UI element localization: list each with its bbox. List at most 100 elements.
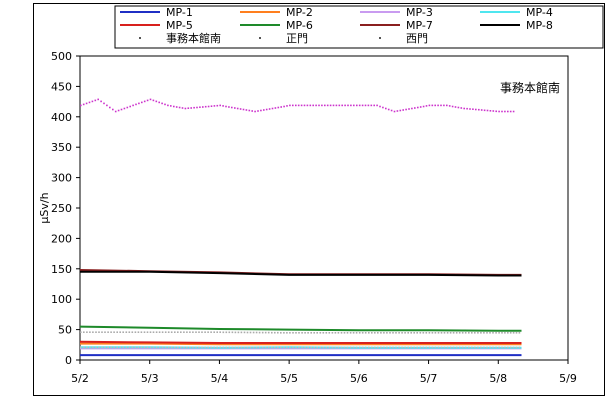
series-正門-point: [431, 332, 434, 334]
series-事務本館南-point: [425, 105, 428, 107]
series-事務本館南-point: [475, 108, 477, 111]
series-西門-point: [228, 346, 231, 349]
series-事務本館南-point: [283, 105, 285, 108]
series-正門-point: [83, 331, 85, 333]
series-西門-point: [80, 346, 82, 349]
series-正門-point: [371, 332, 373, 334]
legend-label: MP-7: [406, 19, 433, 32]
series-事務本館南-point: [277, 106, 280, 109]
series-事務本館南-point: [402, 109, 404, 111]
series-事務本館南-point: [385, 107, 387, 110]
series-西門-point: [492, 346, 494, 349]
series-正門-point: [374, 332, 376, 334]
series-西門-point: [301, 346, 303, 349]
series-正門-point: [286, 332, 288, 334]
series-正門-point: [401, 332, 403, 334]
series-西門-point: [89, 346, 91, 349]
series-西門-point: [325, 346, 328, 349]
series-正門-point: [222, 331, 225, 334]
series-正門-point: [240, 331, 243, 334]
series-正門-point: [183, 331, 185, 333]
series-正門-point: [428, 332, 431, 334]
series-西門-point: [264, 346, 267, 349]
series-西門-point: [368, 346, 370, 349]
y-tick-label: 100: [51, 293, 72, 306]
series-西門-point: [443, 346, 446, 349]
series-西門-point: [449, 346, 452, 349]
series-西門-point: [243, 346, 246, 349]
series-西門-point: [267, 346, 270, 349]
series-事務本館南-point: [463, 107, 465, 110]
series-正門-point: [228, 331, 231, 334]
series-事務本館南-point: [344, 104, 346, 107]
series-西門-point: [501, 346, 503, 349]
series-正門-point: [515, 332, 518, 334]
series-事務本館南-point: [460, 107, 463, 109]
series-西門-point: [304, 346, 306, 349]
series-事務本館南-point: [454, 106, 457, 108]
series-西門-point: [86, 346, 88, 349]
series-事務本館南-point: [126, 106, 129, 109]
series-西門-point: [201, 346, 203, 349]
series-事務本館南-point: [361, 104, 364, 107]
series-事務本館南-point: [178, 106, 181, 109]
series-正門-point: [198, 331, 200, 333]
series-正門-point: [143, 331, 146, 333]
series-正門-point: [271, 331, 273, 334]
legend-swatch: [139, 37, 141, 39]
series-事務本館南-point: [193, 106, 195, 109]
y-tick-label: 400: [51, 111, 72, 124]
chart: MP-1 MP-2 MP-3 MP-4 MP-5 MP-6 MP-7 MP-8 事務本館南 正門 西…: [38, 5, 604, 385]
series-西門-point: [322, 346, 325, 349]
series-事務本館南-point: [483, 109, 486, 112]
legend-label: MP-8: [526, 19, 553, 32]
series-事務本館南-point: [82, 103, 85, 106]
y-axis-label: μSv/h: [38, 192, 51, 223]
series-正門-point: [249, 331, 252, 334]
series-正門-point: [161, 331, 164, 333]
series-西門-point: [458, 346, 461, 349]
legend-label: 事務本館南: [166, 31, 221, 45]
series-事務本館南-point: [306, 104, 309, 107]
series-事務本館南-point: [417, 106, 419, 109]
series-事務本館南-point: [97, 98, 99, 101]
series-正門-point: [322, 332, 325, 334]
legend-label: MP-2: [286, 6, 313, 19]
series-西門-point: [155, 346, 158, 349]
series-西門-point: [128, 346, 131, 349]
legend-label: MP-6: [286, 19, 313, 32]
y-tick-label: 350: [51, 141, 72, 154]
series-事務本館南-point: [382, 106, 384, 109]
series-正門-point: [283, 332, 285, 334]
series-正門-point: [446, 332, 449, 334]
series-西門-point: [231, 346, 234, 349]
series-西門-point: [167, 346, 170, 349]
series-事務本館南-point: [173, 105, 175, 108]
series-mp-4-line: [80, 346, 522, 349]
series-正門-point: [131, 331, 134, 333]
series-西門-point: [358, 346, 361, 349]
series-事務本館南-point: [190, 107, 192, 109]
series-事務本館南-point: [80, 104, 82, 107]
series-正門-point: [174, 331, 176, 333]
series-西門-point: [416, 346, 418, 349]
series-西門-point: [164, 346, 167, 349]
series-事務本館南-point: [222, 105, 224, 107]
series-正門-point: [483, 332, 485, 334]
series-事務本館南-point: [204, 105, 207, 108]
series-正門-point: [192, 331, 194, 333]
series-西門-point: [237, 346, 240, 349]
series-西門-point: [474, 346, 476, 349]
series-西門-point: [313, 346, 315, 349]
series-事務本館南-point: [129, 105, 131, 108]
series-正門-point: [410, 332, 412, 334]
series-正門-point: [307, 332, 309, 334]
series-正門-point: [398, 332, 400, 334]
series-西門-point: [504, 346, 506, 349]
series-西門-point: [334, 346, 337, 349]
series-西門-point: [98, 346, 100, 349]
series-事務本館南-point: [390, 109, 393, 112]
series-西門-point: [307, 346, 309, 349]
series-正門-point: [386, 332, 388, 334]
series-事務本館南-point: [405, 108, 407, 111]
